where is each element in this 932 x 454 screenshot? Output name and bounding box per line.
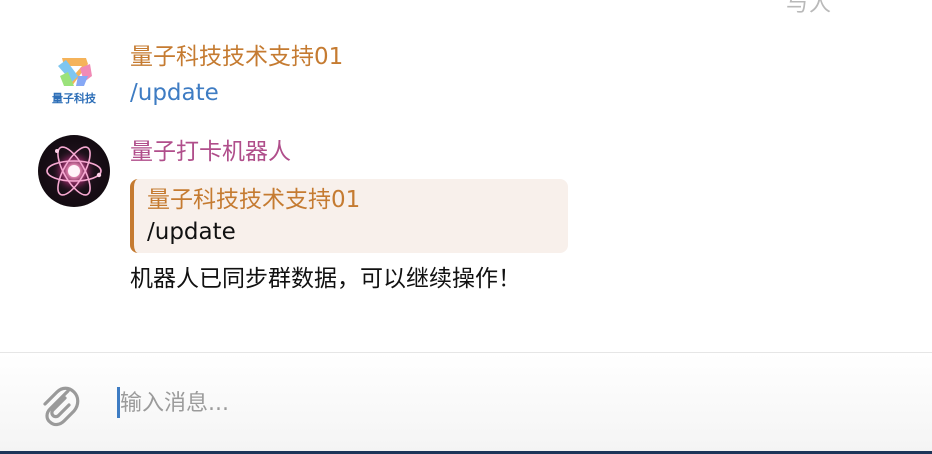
quantum-tech-logo-icon[interactable]: 量子科技 xyxy=(38,42,110,114)
sender-name[interactable]: 量子打卡机器人 xyxy=(130,137,291,167)
avatar-logo-label: 量子科技 xyxy=(52,91,97,105)
message-item: 量子科技 量子科技技术支持01 /update xyxy=(38,42,898,118)
message-text[interactable]: /update xyxy=(130,78,219,108)
message-item: 量子打卡机器人 量子科技技术支持01 /update 机器人已同步群数据，可以继… xyxy=(38,135,898,305)
chat-window: 与人 量子科技 量子科技技术支持01 /update 量子打卡机器人 量子科技技… xyxy=(0,0,932,454)
quote-sender: 量子科技技术支持01 xyxy=(147,187,361,213)
message-text: 机器人已同步群数据，可以继续操作！ xyxy=(130,266,521,292)
atom-icon[interactable] xyxy=(38,135,110,207)
sender-name[interactable]: 量子科技技术支持01 xyxy=(130,42,343,72)
message-input[interactable] xyxy=(116,383,906,423)
reply-quote[interactable]: 量子科技技术支持01 /update xyxy=(130,179,568,253)
header-clipped-text: 与人 xyxy=(786,0,833,17)
quote-text: /update xyxy=(147,219,236,245)
text-cursor xyxy=(117,387,120,418)
paperclip-icon[interactable] xyxy=(34,377,82,429)
message-composer xyxy=(0,352,932,454)
